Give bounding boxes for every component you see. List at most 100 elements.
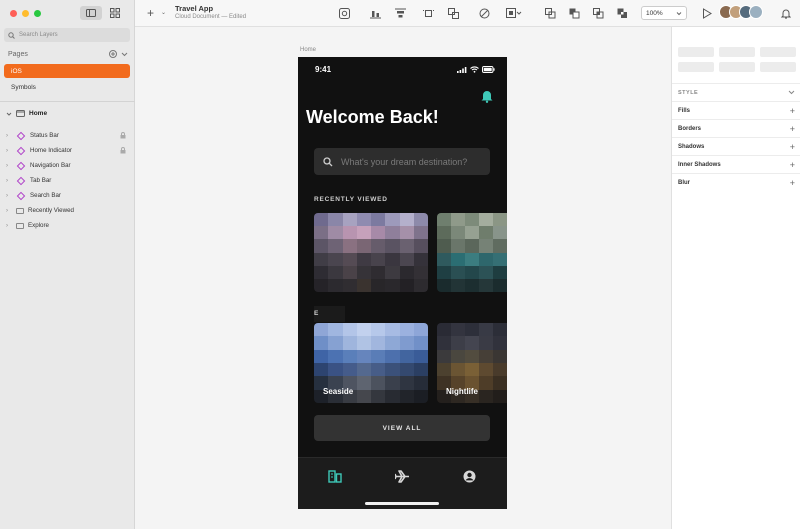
tab-profile[interactable] — [461, 468, 477, 484]
chevron-down-icon[interactable] — [6, 111, 12, 117]
layer-label: Recently Viewed — [28, 207, 74, 214]
tab-home[interactable] — [327, 468, 343, 484]
recent-card[interactable] — [437, 213, 507, 292]
page-item-ios[interactable]: iOS — [4, 64, 130, 78]
explore-card-nightlife[interactable]: Nightlife — [437, 323, 507, 403]
collaborators[interactable] — [719, 5, 763, 19]
chevron-right-icon[interactable]: › — [6, 178, 12, 184]
zoom-select[interactable]: 100% — [641, 6, 687, 20]
explore-card-seaside[interactable]: Seaside — [314, 323, 428, 403]
chevron-right-icon[interactable]: › — [6, 163, 12, 169]
chevron-right-icon[interactable]: › — [6, 208, 12, 214]
subtract-icon — [569, 8, 579, 18]
tab-flights[interactable] — [394, 468, 410, 484]
layer-status-bar[interactable]: › Status Bar — [6, 128, 130, 143]
h-field[interactable] — [719, 62, 755, 72]
search-icon — [323, 156, 333, 166]
chevron-right-icon[interactable]: › — [6, 223, 12, 229]
search-layers-input[interactable]: Search Layers — [4, 28, 130, 42]
intersect-button[interactable] — [592, 7, 604, 19]
status-time: 9:41 — [315, 65, 332, 74]
chevron-down-icon — [676, 11, 682, 15]
layer-explore[interactable]: › Explore — [6, 218, 130, 233]
chevron-right-icon[interactable]: › — [6, 193, 12, 199]
layers-view-button[interactable] — [80, 6, 102, 20]
chevron-down-icon[interactable]: ⌄ — [161, 9, 166, 16]
hide-button[interactable] — [478, 7, 490, 19]
add-fill-icon[interactable]: + — [790, 106, 795, 116]
layer-tab-bar[interactable]: › Tab Bar — [6, 173, 130, 188]
grid-icon — [110, 8, 120, 18]
shadows-section[interactable]: Shadows + — [672, 137, 800, 155]
window-controls — [10, 10, 41, 17]
page-item-label: Symbols — [11, 83, 36, 91]
destination-search-input[interactable]: What's your dream destination? — [314, 148, 490, 175]
lock-icon[interactable] — [120, 132, 126, 139]
section-label: Inner Shadows — [678, 161, 721, 168]
recent-card[interactable] — [314, 213, 428, 292]
borders-section[interactable]: Borders + — [672, 119, 800, 137]
add-page-icon[interactable] — [109, 50, 117, 58]
distribute-button[interactable] — [394, 7, 406, 19]
inner-shadows-section[interactable]: Inner Shadows + — [672, 155, 800, 173]
minimize-window-button[interactable] — [22, 10, 29, 17]
fills-section[interactable]: Fills + — [672, 101, 800, 119]
components-view-button[interactable] — [106, 6, 124, 20]
chevron-right-icon[interactable]: › — [6, 133, 12, 139]
w-field[interactable] — [760, 47, 796, 57]
add-shadow-icon[interactable]: + — [790, 142, 795, 152]
section-label: Fills — [678, 107, 691, 114]
artboard-label[interactable]: Home — [300, 47, 316, 53]
symbol-icon — [338, 7, 350, 19]
symbol-icon — [16, 131, 26, 140]
card-label: Seaside — [323, 387, 354, 396]
symbol-icon — [16, 191, 26, 200]
subtract-button[interactable] — [568, 7, 580, 19]
view-all-button[interactable]: VIEW ALL — [314, 415, 490, 441]
flip-control[interactable] — [760, 62, 796, 72]
y-field[interactable] — [719, 47, 755, 57]
bell-icon — [781, 9, 791, 19]
close-window-button[interactable] — [10, 10, 17, 17]
blur-section[interactable]: Blur + — [672, 173, 800, 191]
zoom-window-button[interactable] — [34, 10, 41, 17]
layer-search-bar[interactable]: › Search Bar — [6, 188, 130, 203]
layer-label: Tab Bar — [30, 177, 52, 184]
layer-navigation-bar[interactable]: › Navigation Bar — [6, 158, 130, 173]
lock-icon[interactable] — [120, 147, 126, 154]
layer-home-indicator[interactable]: › Home Indicator — [6, 143, 130, 158]
frame-button[interactable] — [422, 7, 434, 19]
add-border-icon[interactable]: + — [790, 124, 795, 134]
align-button[interactable] — [369, 7, 381, 19]
section-label: Shadows — [678, 143, 705, 150]
chevron-down-icon[interactable] — [121, 50, 128, 58]
avatar[interactable] — [749, 5, 763, 19]
layer-recently-viewed[interactable]: › Recently Viewed — [6, 203, 130, 218]
create-symbol-button[interactable] — [338, 7, 350, 19]
add-inner-shadow-icon[interactable]: + — [790, 160, 795, 170]
scale-button[interactable] — [505, 7, 523, 19]
chevron-down-icon[interactable] — [788, 90, 795, 95]
page-item-symbols[interactable]: Symbols — [4, 80, 130, 94]
add-blur-icon[interactable]: + — [790, 178, 795, 188]
bell-icon[interactable] — [481, 89, 493, 103]
battery-icon — [482, 66, 495, 73]
insert-button[interactable]: + — [147, 6, 154, 20]
layer-artboard-home[interactable]: Home — [6, 110, 47, 117]
buildings-icon — [328, 469, 342, 483]
x-field[interactable] — [678, 47, 714, 57]
rotation-field[interactable] — [678, 62, 714, 72]
frame-icon — [422, 9, 434, 17]
difference-button[interactable] — [616, 7, 628, 19]
style-label: STYLE — [678, 89, 699, 96]
preview-button[interactable] — [701, 7, 713, 19]
airplane-icon — [394, 469, 409, 483]
symbol-icon — [16, 161, 26, 170]
union-button[interactable] — [544, 7, 556, 19]
chevron-right-icon[interactable]: › — [6, 148, 12, 154]
notifications-button[interactable] — [780, 7, 792, 19]
layer-label: Search Bar — [30, 192, 61, 199]
layer-list: › Status Bar › Home Indicator › Navigati… — [6, 128, 130, 233]
resize-button[interactable] — [447, 7, 459, 19]
phone-artboard[interactable]: 9:41 Welcome Back! What's your dream des… — [298, 57, 507, 509]
